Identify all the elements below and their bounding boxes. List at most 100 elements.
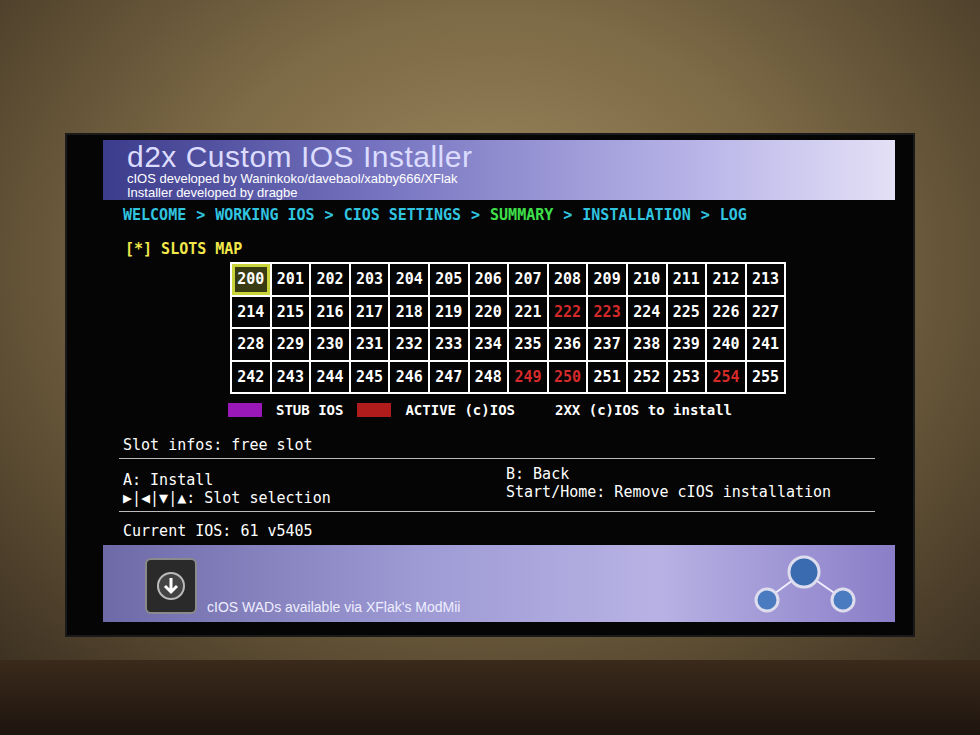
slot-cell[interactable]: 233: [428, 327, 468, 360]
slot-cell[interactable]: 215: [270, 295, 310, 328]
credit-line: cIOS developed by Waninkoko/davebaol/xab…: [127, 172, 895, 186]
slot-cell[interactable]: 211: [666, 262, 706, 295]
breadcrumb-item: SUMMARY: [490, 205, 553, 225]
slot-cell[interactable]: 222: [547, 295, 587, 328]
slot-cell[interactable]: 246: [388, 360, 428, 393]
slot-cell[interactable]: 213: [745, 262, 785, 295]
download-icon: [145, 558, 197, 614]
slot-cell[interactable]: 251: [586, 360, 626, 393]
slot-cell[interactable]: 206: [468, 262, 508, 295]
slot-label: 200: [237, 268, 264, 291]
slot-cell[interactable]: 252: [626, 360, 666, 393]
slot-cell[interactable]: 230: [309, 327, 349, 360]
control-hint: A: Install: [123, 471, 506, 489]
slot-label: 247: [435, 366, 462, 389]
slot-cell[interactable]: 235: [507, 327, 547, 360]
slot-cell[interactable]: 227: [745, 295, 785, 328]
slot-cell[interactable]: 237: [586, 327, 626, 360]
slot-cell[interactable]: 218: [388, 295, 428, 328]
slot-cell[interactable]: 209: [586, 262, 626, 295]
legend-swatch: [357, 403, 391, 417]
slot-label: 224: [633, 301, 660, 324]
slot-cell[interactable]: 221: [507, 295, 547, 328]
slot-cell[interactable]: 236: [547, 327, 587, 360]
current-ios: Current IOS: 61 v5405: [103, 522, 895, 540]
slot-cell[interactable]: 220: [468, 295, 508, 328]
credit-line: Installer developed by dragbe: [127, 186, 895, 200]
slot-label: 249: [514, 366, 541, 389]
slot-label: 238: [633, 333, 660, 356]
slot-cell[interactable]: 248: [468, 360, 508, 393]
breadcrumb-item: INSTALLATION: [582, 205, 690, 225]
slot-label: 216: [316, 301, 343, 324]
legend-item: STUB IOS: [228, 400, 343, 420]
slot-cell[interactable]: 216: [309, 295, 349, 328]
slot-cell[interactable]: 225: [666, 295, 706, 328]
slot-cell[interactable]: 255: [745, 360, 785, 393]
slot-cell[interactable]: 205: [428, 262, 468, 295]
slot-cell[interactable]: 247: [428, 360, 468, 393]
slot-label: 201: [277, 268, 304, 291]
slot-cell[interactable]: 241: [745, 327, 785, 360]
footer-banner: cIOS WADs available via XFlak's ModMii: [103, 545, 895, 622]
slot-label: 246: [396, 366, 423, 389]
slot-cell[interactable]: 249: [507, 360, 547, 393]
slot-label: 219: [435, 301, 462, 324]
slot-cell[interactable]: 254: [705, 360, 745, 393]
slot-label: 214: [237, 301, 264, 324]
slot-cell[interactable]: 244: [309, 360, 349, 393]
slot-cell[interactable]: 229: [270, 327, 310, 360]
slot-cell[interactable]: 212: [705, 262, 745, 295]
legend-label: STUB IOS: [276, 400, 343, 420]
divider: [119, 511, 875, 512]
slot-cell[interactable]: 201: [270, 262, 310, 295]
slot-cell[interactable]: 204: [388, 262, 428, 295]
slot-cell[interactable]: 228: [230, 327, 270, 360]
breadcrumb-separator: >: [563, 205, 572, 225]
legend-swatch: [228, 403, 262, 417]
breadcrumb-item: CIOS SETTINGS: [344, 205, 461, 225]
slot-cell[interactable]: 200: [230, 262, 270, 295]
slot-label: 252: [633, 366, 660, 389]
slot-cell[interactable]: 245: [349, 360, 389, 393]
slot-cell[interactable]: 202: [309, 262, 349, 295]
slot-cell[interactable]: 243: [270, 360, 310, 393]
slot-cell[interactable]: 223: [586, 295, 626, 328]
divider: [119, 458, 875, 459]
legend-item: 2XX (c)IOS to install: [555, 400, 732, 420]
slot-cell[interactable]: 226: [705, 295, 745, 328]
slot-label: 245: [356, 366, 383, 389]
slot-cell[interactable]: 231: [349, 327, 389, 360]
slot-cell[interactable]: 210: [626, 262, 666, 295]
slot-cell[interactable]: 214: [230, 295, 270, 328]
legend-label: 2XX (c)IOS to install: [555, 400, 732, 420]
control-hint: Start/Home: Remove cIOS installation: [506, 483, 831, 501]
slot-cell[interactable]: 242: [230, 360, 270, 393]
slot-cell[interactable]: 208: [547, 262, 587, 295]
slot-label: 225: [673, 301, 700, 324]
breadcrumb-separator: >: [325, 205, 334, 225]
slot-cell[interactable]: 217: [349, 295, 389, 328]
slot-cell[interactable]: 253: [666, 360, 706, 393]
slot-cell[interactable]: 240: [705, 327, 745, 360]
control-hint: B: Back: [506, 465, 831, 483]
slot-label: 210: [633, 268, 660, 291]
app-title: d2x Custom IOS Installer: [127, 142, 895, 172]
slot-cell[interactable]: 207: [507, 262, 547, 295]
breadcrumb-item: WELCOME: [123, 205, 186, 225]
slot-cell[interactable]: 234: [468, 327, 508, 360]
slot-cell[interactable]: 224: [626, 295, 666, 328]
slot-label: 251: [594, 366, 621, 389]
tv-cabinet: [0, 660, 980, 735]
slot-cell[interactable]: 203: [349, 262, 389, 295]
slot-cell[interactable]: 219: [428, 295, 468, 328]
slot-cell[interactable]: 250: [547, 360, 587, 393]
slot-label: 253: [673, 366, 700, 389]
slot-info: Slot infos: free slot: [103, 436, 895, 454]
slot-label: 250: [554, 366, 581, 389]
slot-cell[interactable]: 232: [388, 327, 428, 360]
slot-label: 243: [277, 366, 304, 389]
slot-cell[interactable]: 238: [626, 327, 666, 360]
slot-label: 236: [554, 333, 581, 356]
slot-cell[interactable]: 239: [666, 327, 706, 360]
